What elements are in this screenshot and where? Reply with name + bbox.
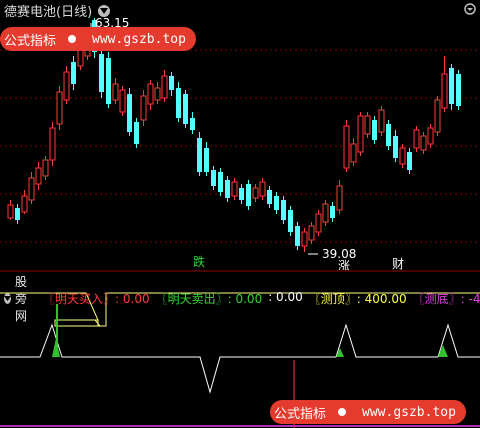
candle-body [399,147,406,165]
candle-body [456,74,461,106]
indicator-param: 〖明天卖出〗: 0.00 [156,290,263,307]
candle-body [127,94,132,132]
candle-body [7,204,14,219]
watermark-brand: 公式指标 [0,27,63,51]
candle-body [350,143,357,163]
candle-body [420,135,427,151]
candle-body [343,125,350,169]
candle-body [364,115,371,135]
indicator-param: 〖测顶〗: 400.00 [309,290,407,307]
candle-body [21,195,28,213]
candle-body [112,83,119,101]
watermark-bottom: 公式指标 www.gszb.top [270,400,466,424]
watermark-brand: 公式指标 [270,400,333,424]
candle-body [281,200,286,220]
signal-label-cai: 财 [392,257,404,270]
candle-body [386,124,391,146]
candle-body [147,83,154,105]
signal-label-die: 跌 [193,254,205,269]
param-name: 〖测顶〗 [308,292,357,306]
indicator-param: 〖测底〗: -4 [413,290,480,307]
candle-body [449,68,454,104]
candle-body [35,167,42,185]
candle-body [15,208,20,220]
candle-body [413,129,420,149]
candle-body [315,213,322,233]
candle-body [231,181,238,197]
candle-body [372,120,377,140]
candle-body [434,99,441,133]
candle-body [301,231,308,247]
candle-body [106,58,111,104]
indicator-param: 〖明天买入〗: 0.00 [43,290,150,307]
indicator-header: 股旁网 〖明天买入〗: 0.00 〖明天卖出〗: 0.00: 0.00 〖测顶〗: … [4,273,480,324]
candle-body [63,71,70,101]
chevron-down-icon[interactable] [98,4,111,17]
candle-body [49,127,56,161]
candle-body [134,122,139,144]
candle-body [28,177,35,201]
param-value: : 0.00 [115,292,150,306]
candle-body [357,115,364,153]
chart-header: 德赛电池(日线) [4,1,111,20]
candle-body [140,95,147,121]
candle-body [288,210,293,232]
candle-body [393,136,398,158]
signal-label-zhang: 涨 [338,258,350,270]
param-name: 〖明天卖出〗 [155,292,228,306]
candle-body [259,181,266,197]
candle-body [176,88,181,118]
candle-body [204,148,209,172]
param-value: : 400.00 [356,292,407,306]
candle-body [154,87,161,101]
indicator-params: 〖明天买入〗: 0.00 〖明天卖出〗: 0.00: 0.00 〖测顶〗: 400.… [43,290,480,307]
candle-body [378,109,385,133]
candle-body [295,226,300,246]
candle-body [225,180,230,198]
candle-body [330,206,335,218]
param-value: : -4 [460,292,480,306]
candle-body [183,94,188,124]
param-value: : 0.00 [268,290,303,304]
candle-body [427,127,434,145]
candle-body [308,225,315,241]
candle-body [56,91,63,125]
param-name: 〖测底〗 [412,292,461,306]
candle-body [274,196,279,210]
settings-gear-icon[interactable] [464,3,476,15]
candle-body [322,203,329,223]
dot-icon [338,408,347,416]
candle-body [190,118,195,130]
price-panel: 63.15 39.08 跌 涨 财 德赛电池(日线) 公式指标 www.gszb… [0,0,480,270]
candle-body [239,188,244,200]
indicator-panel: 股旁网 〖明天买入〗: 0.00 〖明天卖出〗: 0.00: 0.00 〖测顶〗: … [0,270,480,428]
dot-icon [68,35,77,43]
candle-body [441,73,448,109]
candle-body [267,190,272,204]
watermark-url: www.gszb.top [352,400,466,424]
candle-body [119,89,126,113]
candle-body [197,138,202,172]
candle-body [407,152,412,170]
white-signal-line [0,323,480,394]
indicator-title: 股旁网 [15,275,28,323]
candle-body [161,75,168,99]
stock-title: 德赛电池(日线) [4,5,93,20]
candle-body [336,185,343,211]
param-value: : 0.00 [227,292,263,306]
candle-body [169,76,174,90]
candle-body [99,54,104,92]
chevron-down-icon[interactable] [4,293,11,304]
candle-body [42,159,49,177]
candle-body [218,172,223,192]
watermark-url: www.gszb.top [82,27,196,51]
candle-body [71,62,76,84]
candle-body [252,187,259,199]
watermark-top: 公式指标 www.gszb.top [0,27,196,51]
param-name: 〖明天买入〗 [43,292,116,306]
candle-body [211,170,216,186]
candle-body [246,184,251,206]
indicator-param: : 0.00 [268,290,303,307]
